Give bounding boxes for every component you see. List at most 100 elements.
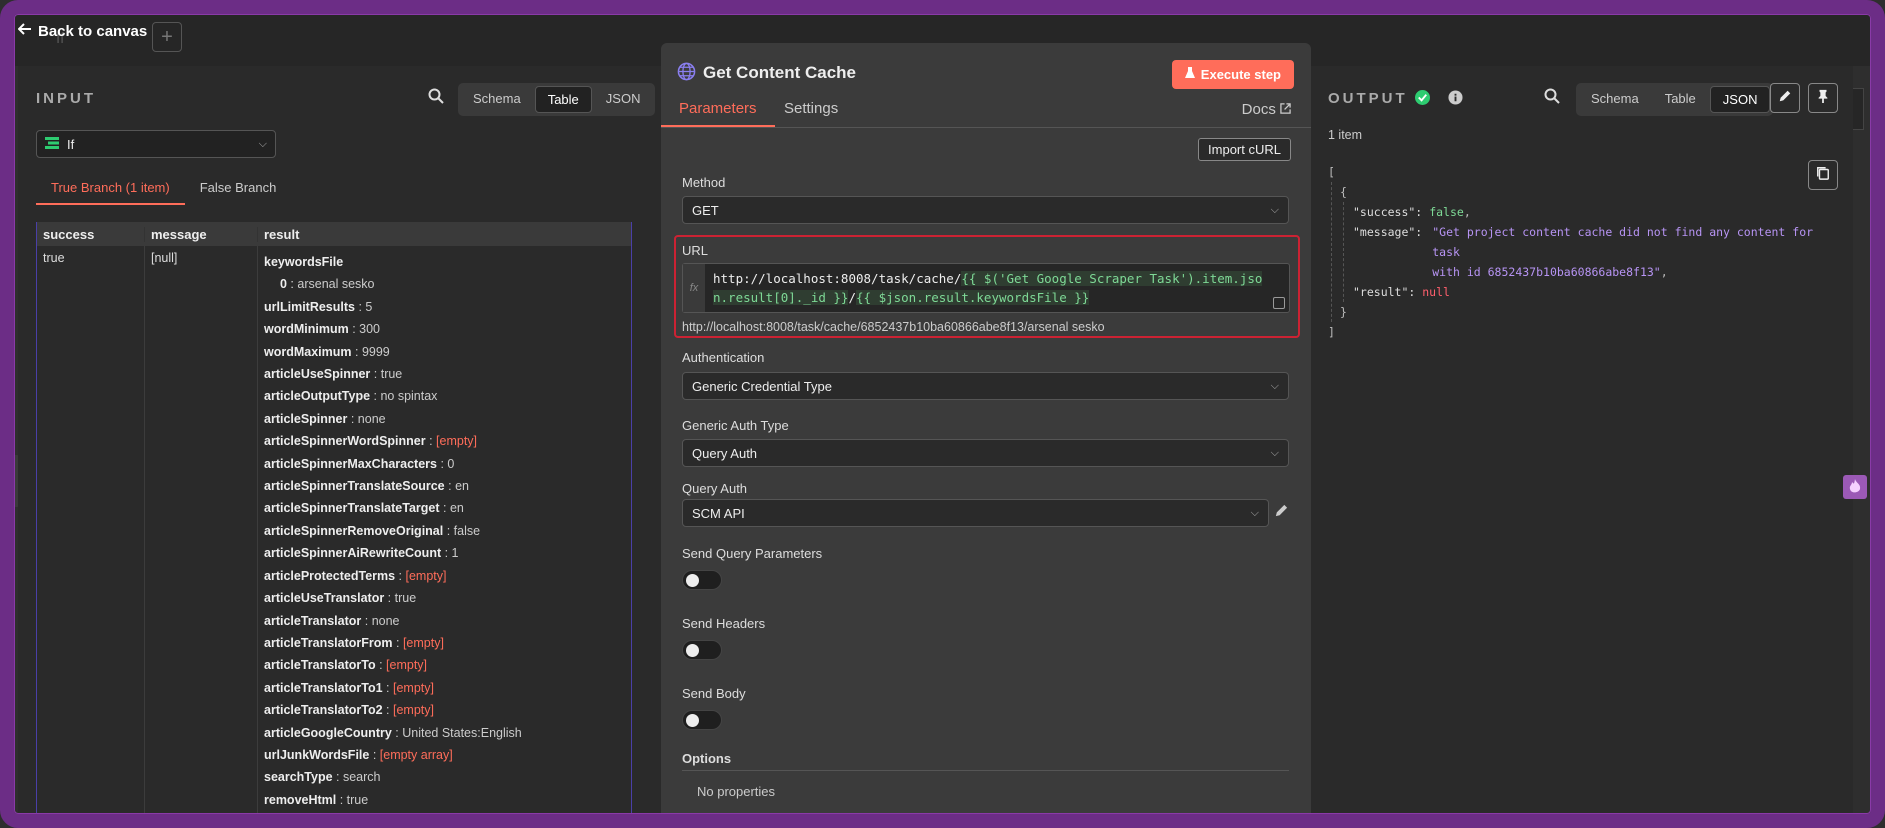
tab-parameters[interactable]: Parameters xyxy=(661,100,775,127)
url-separator: / xyxy=(848,290,856,305)
import-curl-button[interactable]: Import cURL xyxy=(1198,138,1291,161)
authentication-value: Generic Credential Type xyxy=(692,378,832,394)
result-field: articleTranslator : none xyxy=(264,613,400,628)
result-key: articleTranslatorTo xyxy=(264,658,376,673)
table-header: success message result xyxy=(37,222,631,246)
send-query-params-toggle[interactable] xyxy=(682,570,722,590)
info-icon[interactable] xyxy=(1448,90,1463,110)
back-to-canvas-button[interactable]: Back to canvas xyxy=(17,22,148,40)
result-field: articleSpinnerWordSpinner : [empty] xyxy=(264,434,478,449)
query-auth-select[interactable]: SCM API ⌵ xyxy=(682,499,1269,527)
search-icon[interactable] xyxy=(1544,88,1560,109)
result-value: true xyxy=(394,591,417,606)
result-field: articleTranslatorTo : [empty] xyxy=(264,658,428,673)
result-key: articleSpinnerRemoveOriginal xyxy=(264,523,444,538)
output-item-count: 1 item xyxy=(1328,128,1363,142)
options-divider xyxy=(682,770,1289,771)
result-key: articleSpinner xyxy=(264,411,348,426)
result-field: articleSpinnerRemoveOriginal : false xyxy=(264,523,481,538)
authentication-select[interactable]: Generic Credential Type ⌵ xyxy=(682,372,1289,400)
chevron-down-icon: ⌵ xyxy=(1270,203,1279,216)
search-icon[interactable] xyxy=(428,88,444,109)
docs-link[interactable]: Docs xyxy=(1242,101,1291,118)
output-view-json[interactable]: JSON xyxy=(1709,86,1771,113)
output-view-table[interactable]: Table xyxy=(1653,86,1708,113)
input-node-select-value: If xyxy=(67,136,75,152)
result-key: articleTranslatorTo2 xyxy=(264,703,383,718)
send-body-toggle[interactable] xyxy=(682,710,722,730)
pin-output-button[interactable] xyxy=(1808,83,1838,113)
result-value: arsenal sesko xyxy=(297,277,375,292)
result-value: 1 xyxy=(451,546,459,561)
result-key: articleSpinnerTranslateSource xyxy=(264,479,445,494)
json-bracket: [ xyxy=(1328,165,1335,179)
result-value: no spintax xyxy=(380,389,438,404)
side-panel-tab[interactable] xyxy=(1843,475,1867,499)
edit-credential-icon[interactable] xyxy=(1274,503,1289,523)
input-title: INPUT xyxy=(36,90,96,107)
method-select[interactable]: GET ⌵ xyxy=(682,196,1289,224)
result-value: [empty] xyxy=(392,703,434,718)
result-value: [empty] xyxy=(405,568,447,583)
globe-icon xyxy=(677,62,696,86)
send-headers-toggle[interactable] xyxy=(682,640,722,660)
send-headers-label: Send Headers xyxy=(682,616,766,631)
url-expression-part: {{ $json.result.keywordsFile }} xyxy=(856,290,1090,305)
options-label: Options xyxy=(682,751,732,766)
input-view-json[interactable]: JSON xyxy=(594,86,653,113)
query-auth-label: Query Auth xyxy=(682,481,748,496)
result-key: articleTranslatorFrom xyxy=(264,635,393,650)
if-node-icon xyxy=(45,136,59,152)
result-value: [empty] xyxy=(386,658,428,673)
result-field: articleTranslatorFrom : [empty] xyxy=(264,635,444,650)
result-field: articleSpinnerMaxCharacters : 0 xyxy=(264,456,455,471)
result-value: [empty array] xyxy=(379,747,453,762)
node-title[interactable]: Get Content Cache xyxy=(703,63,856,83)
chevron-down-icon: ⌵ xyxy=(1270,379,1279,392)
result-value: none xyxy=(371,613,400,628)
result-key: keywordsFile xyxy=(264,255,344,269)
cell-success: true xyxy=(37,246,145,815)
back-label: Back to canvas xyxy=(38,22,148,40)
chevron-down-icon: ⌵ xyxy=(258,137,267,150)
edit-output-button[interactable] xyxy=(1770,83,1800,113)
result-value: none xyxy=(357,411,386,426)
result-value: [empty] xyxy=(402,635,444,650)
expand-editor-icon[interactable] xyxy=(1273,297,1285,309)
json-value-message-cont: with id 6852437b10ba60866abe8f13" xyxy=(1432,265,1661,279)
pencil-icon xyxy=(1778,89,1792,108)
tab-settings[interactable]: Settings xyxy=(766,100,856,125)
output-panel: OUTPUT Schema Table JSON 1 item [ { "suc… xyxy=(1311,66,1853,816)
input-node-select[interactable]: If ⌵ xyxy=(36,130,276,158)
result-value: United States:English xyxy=(402,725,522,740)
tab-false-branch[interactable]: False Branch xyxy=(185,172,292,205)
chevron-down-icon: ⌵ xyxy=(1270,446,1279,459)
url-expression-text[interactable]: http://localhost:8008/task/cache/{{ $('G… xyxy=(713,269,1277,307)
result-field: articleUseTranslator : true xyxy=(264,591,417,606)
result-value: search xyxy=(342,770,381,785)
generic-auth-type-select[interactable]: Query Auth ⌵ xyxy=(682,439,1289,467)
execute-step-button[interactable]: Execute step xyxy=(1171,60,1294,89)
json-key-message: "message": xyxy=(1353,225,1423,239)
url-input[interactable]: fx http://localhost:8008/task/cache/{{ $… xyxy=(682,263,1290,313)
chevron-down-icon: ⌵ xyxy=(1250,506,1259,519)
fx-expression-icon: fx xyxy=(683,264,705,312)
column-header-result: result xyxy=(264,226,300,242)
result-key: wordMaximum xyxy=(264,344,352,359)
result-key: articleSpinnerMaxCharacters xyxy=(264,456,437,471)
tab-true-branch[interactable]: True Branch (1 item) xyxy=(36,172,185,205)
add-node-button[interactable]: + xyxy=(152,22,182,52)
column-header-message: message xyxy=(145,226,258,242)
input-view-table[interactable]: Table xyxy=(534,86,592,113)
result-key: articleUseTranslator xyxy=(264,591,385,606)
generic-auth-type-value: Query Auth xyxy=(692,445,758,461)
result-key: wordMinimum xyxy=(264,322,349,337)
output-view-schema[interactable]: Schema xyxy=(1579,86,1651,113)
result-key: 0 xyxy=(280,277,287,292)
external-link-icon xyxy=(1280,101,1291,118)
json-key-success: "success": xyxy=(1353,205,1423,219)
input-view-schema[interactable]: Schema xyxy=(461,86,533,113)
result-value: [empty] xyxy=(436,434,478,449)
result-field: wordMinimum : 300 xyxy=(264,322,380,337)
result-field: articleGoogleCountry : United States:Eng… xyxy=(264,725,522,740)
